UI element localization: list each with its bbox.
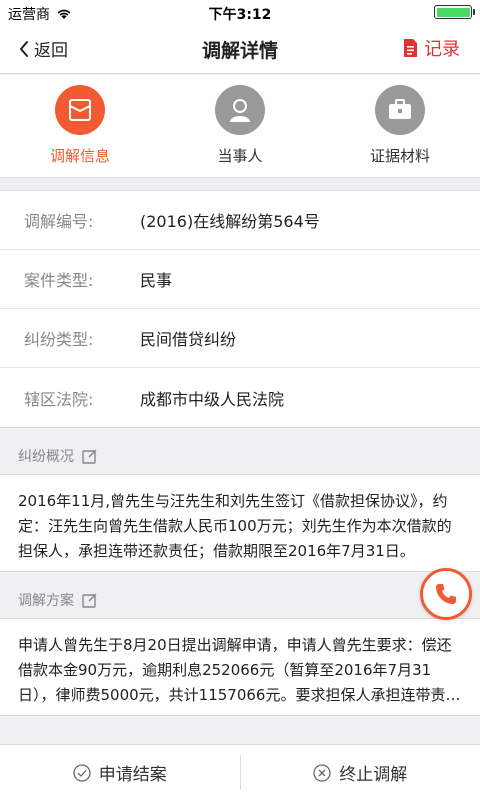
mediation-plan-text: 申请人曾先生于8月20日提出调解申请，申请人曾先生要求：偿还借款本金90万元，逾…	[18, 636, 452, 704]
dispute-summary-body[interactable]: 2016年11月,曾先生与汪先生和刘先生签订《借款担保协议》，约定：汪先生向曾先…	[0, 474, 480, 572]
phone-icon	[436, 584, 456, 604]
mediation-plan-header: 调解方案	[0, 578, 480, 622]
apply-close-case-button[interactable]: 申请结案	[0, 745, 240, 800]
bottom-action-bar: 申请结案 终止调解	[0, 744, 480, 800]
info-value: 民间借贷纠纷	[140, 330, 237, 349]
call-button[interactable]	[420, 568, 472, 620]
check-circle-icon	[73, 763, 91, 782]
info-label: 纠纷类型:	[24, 330, 94, 349]
battery-icon	[434, 5, 475, 19]
record-label: 记录	[424, 39, 460, 60]
document-icon	[404, 39, 417, 57]
tab-label: 当事人	[217, 147, 263, 165]
info-label: 辖区法院:	[24, 389, 94, 409]
record-button[interactable]: 记录	[402, 35, 460, 61]
tab-label: 证据材料	[369, 147, 430, 165]
terminate-label: 终止调解	[339, 765, 408, 785]
dispute-summary-header: 纠纷概况	[0, 434, 480, 478]
tab-parties[interactable]: 当事人	[160, 85, 320, 166]
dispute-summary-text: 2016年11月,曾先生与汪先生和刘先生签订《借款担保协议》，约定：汪先生向曾先…	[18, 492, 452, 560]
info-row-case-type: 案件类型: 民事	[0, 250, 480, 309]
case-info-list: 调解编号: (2016)在线解纷第564号 案件类型: 民事 纠纷类型: 民间借…	[0, 190, 480, 428]
info-row-dispute-type: 纠纷类型: 民间借贷纠纷	[0, 309, 480, 368]
cancel-circle-icon	[313, 763, 331, 782]
edit-icon[interactable]	[82, 448, 98, 464]
apply-close-label: 申请结案	[98, 765, 167, 785]
info-value: 民事	[140, 271, 173, 290]
tab-evidence[interactable]: 证据材料	[320, 85, 480, 166]
terminate-mediation-button[interactable]: 终止调解	[241, 745, 480, 800]
briefcase-icon	[375, 85, 425, 135]
status-bar: 运营商 下午3:12	[0, 0, 480, 24]
section-title: 调解方案	[18, 593, 74, 609]
battery-level	[436, 7, 470, 17]
status-time: 下午3:12	[208, 7, 272, 23]
edit-icon[interactable]	[82, 592, 98, 608]
mediation-plan-body[interactable]: 申请人曾先生于8月20日提出调解申请，申请人曾先生要求：偿还借款本金90万元，逾…	[0, 618, 480, 716]
nav-bar: 返回 调解详情 记录	[0, 24, 480, 74]
info-value: 成都市中级人民法院	[140, 389, 285, 409]
section-title: 纠纷概况	[18, 449, 74, 465]
tab-label: 调解信息	[49, 147, 110, 165]
info-row-court: 辖区法院: 成都市中级人民法院	[0, 368, 480, 427]
info-label: 案件类型:	[24, 271, 94, 290]
info-row-case-number: 调解编号: (2016)在线解纷第564号	[0, 191, 480, 250]
person-icon	[215, 85, 265, 135]
envelope-icon	[55, 85, 105, 135]
section-tabs: 调解信息 当事人 证据材料	[0, 75, 480, 178]
tab-mediation-info[interactable]: 调解信息	[0, 85, 160, 166]
info-label: 调解编号:	[24, 212, 94, 231]
info-value: (2016)在线解纷第564号	[140, 212, 320, 231]
